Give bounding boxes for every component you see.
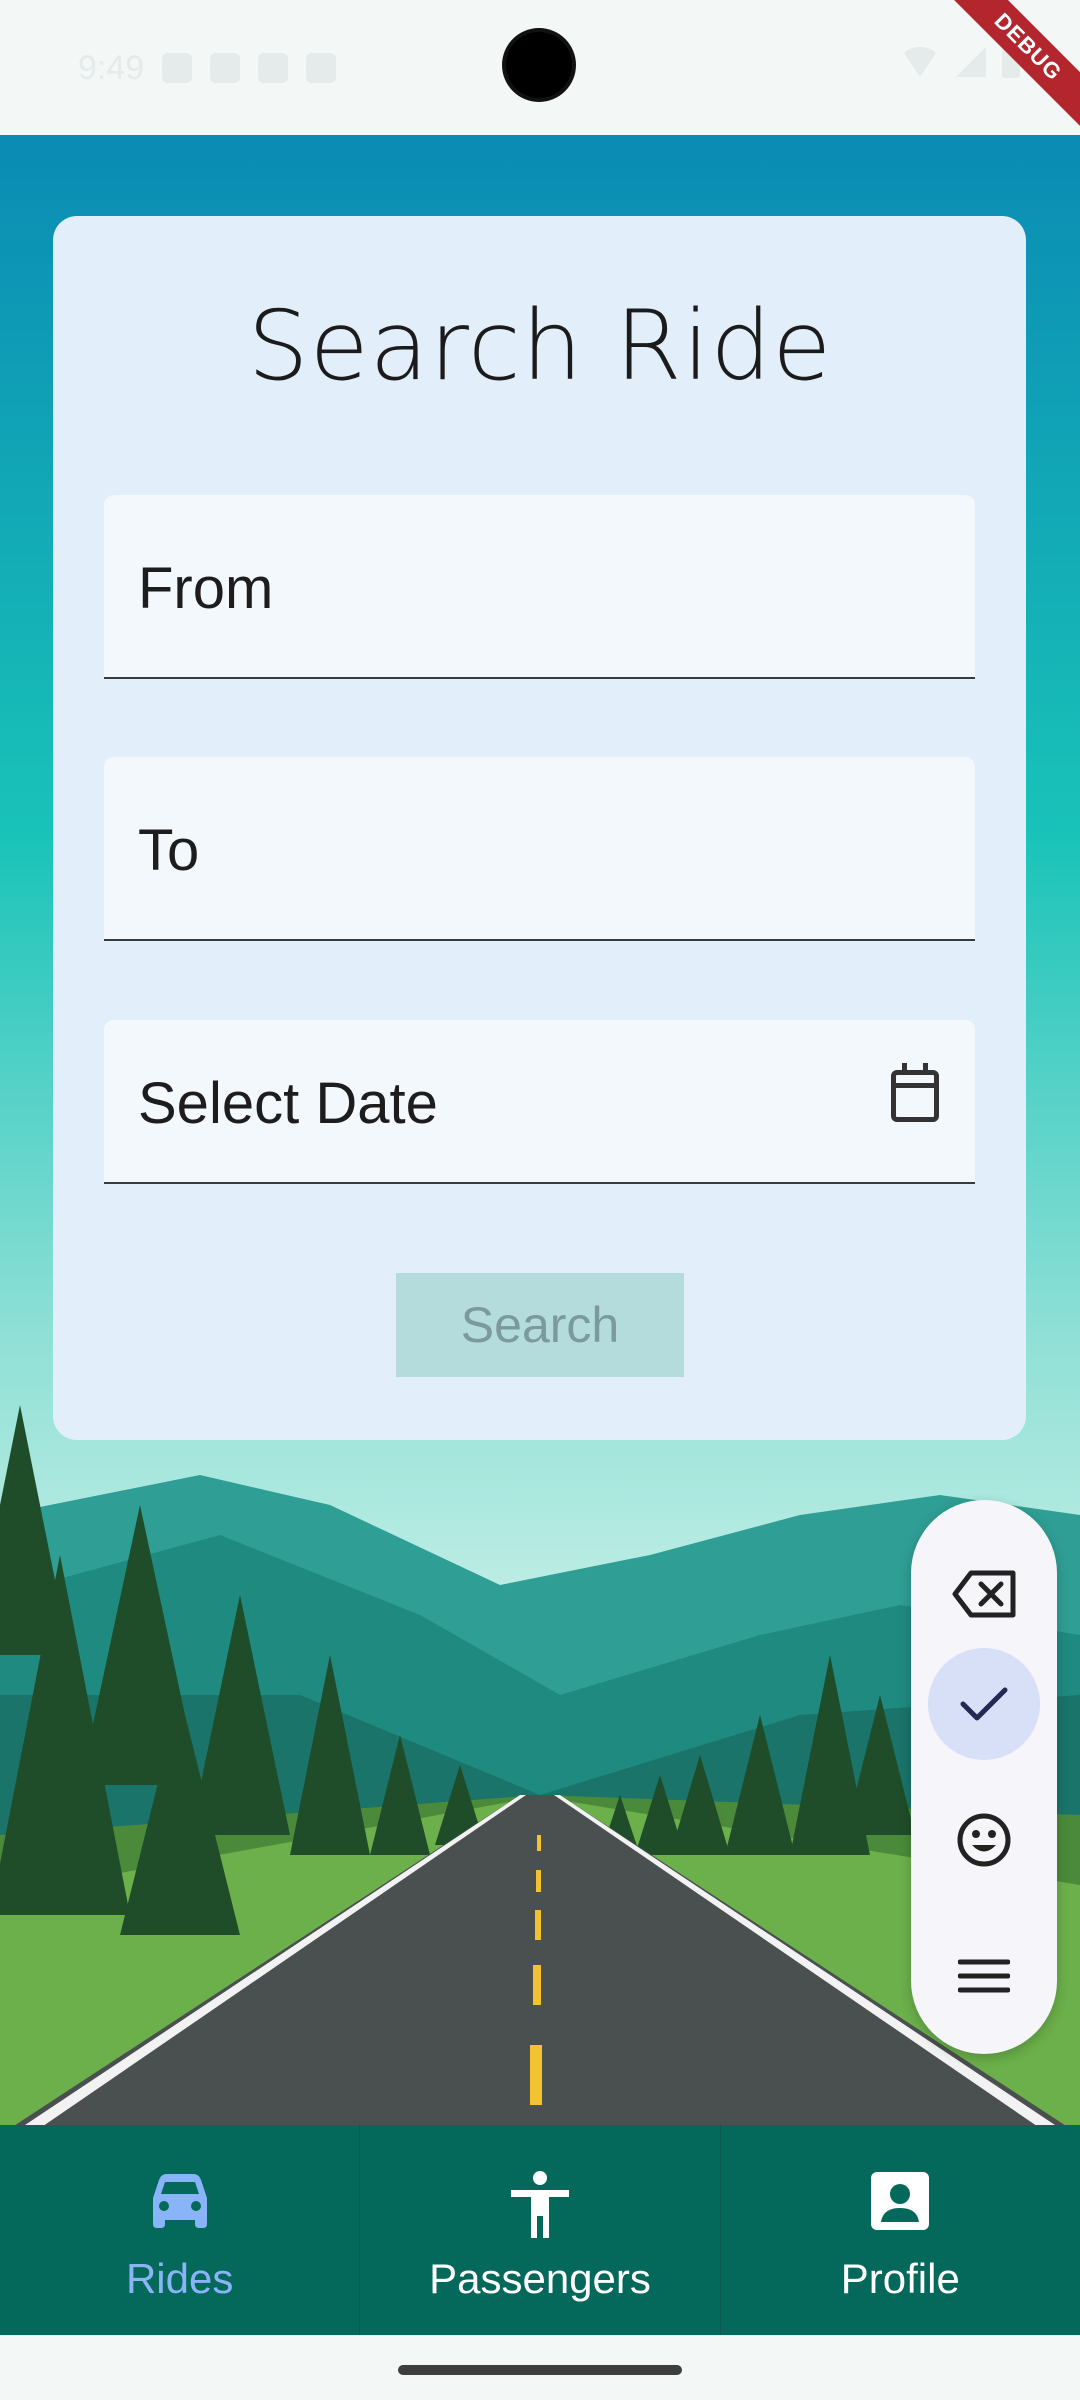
status-icons-left: 9:49 — [78, 44, 337, 92]
date-field-label: Select Date — [138, 1071, 438, 1136]
status-bar: 9:49 DEBUG — [0, 0, 1080, 139]
search-button[interactable]: Search — [396, 1273, 684, 1377]
menu-icon — [958, 1959, 1010, 1993]
from-field-label: From — [138, 556, 274, 621]
download-icon — [306, 53, 337, 83]
status-time: 9:49 — [78, 48, 145, 87]
camera-cutout — [506, 32, 572, 98]
profile-icon — [871, 2172, 930, 2230]
to-field-label: To — [138, 818, 200, 883]
nav-label-profile: Profile — [840, 2255, 960, 2302]
security-icon — [210, 53, 241, 83]
nav-label-rides: Rides — [125, 2255, 234, 2302]
floating-toolbar — [911, 1500, 1057, 2054]
person-icon — [510, 2171, 569, 2238]
status-icons-right — [900, 46, 1020, 78]
sim-icon — [258, 53, 289, 83]
emoji-icon — [957, 1813, 1011, 1867]
shield-icon — [162, 53, 193, 83]
page-title: Search Ride — [247, 290, 833, 402]
menu-button[interactable] — [928, 1920, 1040, 2032]
backspace-icon — [952, 1570, 1016, 1618]
bottom-navigation: Rides Passengers Profile — [0, 2125, 1080, 2335]
date-field[interactable]: Select Date — [104, 1020, 975, 1184]
emoji-button[interactable] — [928, 1784, 1040, 1896]
backspace-button[interactable] — [928, 1538, 1040, 1650]
wifi-icon — [900, 47, 940, 77]
calendar-icon[interactable] — [891, 1063, 939, 1122]
nav-item-profile[interactable]: Profile — [721, 2125, 1080, 2335]
nav-item-rides[interactable]: Rides — [0, 2125, 361, 2335]
confirm-button[interactable] — [928, 1648, 1040, 1760]
to-field[interactable]: To — [104, 757, 975, 941]
check-icon — [960, 1687, 1008, 1721]
home-handle[interactable] — [398, 2365, 682, 2375]
car-icon — [152, 2174, 207, 2228]
nav-label-passengers: Passengers — [429, 2255, 651, 2302]
nav-item-passengers[interactable]: Passengers — [360, 2125, 721, 2335]
signal-icon — [956, 47, 986, 77]
from-field[interactable]: From — [104, 495, 975, 679]
